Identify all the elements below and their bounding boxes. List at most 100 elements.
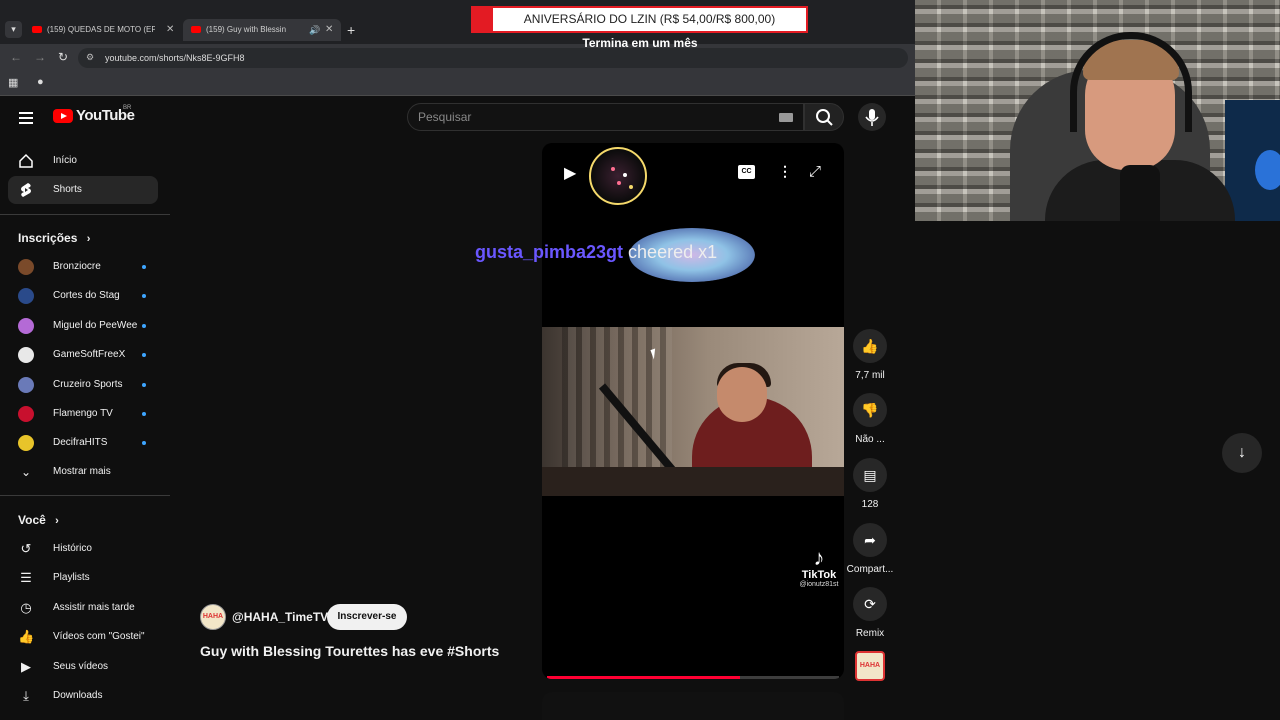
divider bbox=[0, 214, 170, 215]
you-title: Você bbox=[18, 513, 46, 527]
remix-button[interactable]: ⟳ Remix bbox=[845, 587, 895, 639]
you-heading[interactable]: Você › bbox=[18, 513, 59, 527]
comments-button[interactable]: ▤ 128 bbox=[845, 458, 895, 510]
next-short-button[interactable]: ↓ bbox=[1222, 433, 1262, 473]
new-content-dot bbox=[142, 441, 146, 446]
video-frame bbox=[542, 327, 844, 496]
tab-search-button[interactable]: ▾ bbox=[5, 21, 22, 38]
chevron-right-icon: › bbox=[86, 233, 91, 245]
channel-avatar-text: HAHA bbox=[202, 613, 224, 620]
subscriptions-heading[interactable]: Inscrições › bbox=[18, 231, 90, 245]
sidebar-subscription-item[interactable]: Miguel do PeeWee bbox=[8, 312, 158, 340]
url-text: youtube.com/shorts/Nks8E-9GFH8 bbox=[105, 53, 245, 63]
like-count: 7,7 mil bbox=[855, 370, 885, 381]
desk bbox=[542, 467, 844, 496]
sidebar-item-label: Miguel do PeeWee bbox=[53, 319, 138, 331]
sparkle bbox=[617, 181, 621, 185]
tiktok-icon: ♪ bbox=[813, 545, 825, 570]
new-content-dot bbox=[142, 294, 146, 299]
thumbs-down-icon: 👎 bbox=[853, 393, 887, 427]
sidebar-item-home[interactable]: Início bbox=[8, 147, 158, 175]
sidebar-item-label: Mostrar mais bbox=[53, 466, 111, 477]
sound-thumbnail[interactable]: HAHA bbox=[855, 651, 885, 681]
sidebar-item-label: Cortes do Stag bbox=[53, 290, 120, 302]
new-content-dot bbox=[142, 382, 146, 387]
bookmarks-bar: ▦ ● bbox=[0, 72, 915, 96]
subscribe-button[interactable]: Inscrever-se bbox=[327, 604, 407, 630]
sidebar-subscription-item[interactable]: Bronziocre bbox=[8, 253, 158, 281]
sidebar-item-playlist[interactable]: ☰ Playlists bbox=[8, 564, 158, 592]
site-info-icon[interactable]: ⚙ bbox=[86, 52, 94, 63]
sidebar-item-label: Shorts bbox=[53, 184, 82, 195]
sparkle bbox=[611, 167, 615, 171]
sidebar-item-label: DecifraHITS bbox=[53, 437, 108, 449]
new-tab-button[interactable]: + bbox=[347, 19, 355, 41]
sound-thumbnail-text: HAHA bbox=[859, 662, 881, 669]
fullscreen-icon[interactable]: ⤢ bbox=[809, 163, 821, 180]
share-button[interactable]: ➦ Compart... bbox=[845, 523, 895, 575]
menu-icon[interactable] bbox=[19, 112, 33, 127]
channel-name[interactable]: @HAHA_TimeTV bbox=[232, 610, 328, 624]
search-input[interactable] bbox=[418, 108, 758, 126]
sidebar-item-clock[interactable]: ◷ Assistir mais tarde bbox=[8, 594, 158, 622]
apps-grid-icon[interactable]: ▦ bbox=[8, 76, 18, 89]
sidebar-item-download[interactable]: ⤓ Downloads bbox=[8, 682, 158, 710]
sidebar-item-label: Início bbox=[53, 155, 77, 166]
speaker-icon[interactable]: 🔊 bbox=[309, 19, 320, 41]
shorts-player[interactable]: ▶ CC ⋮ ⤢ ♪ TikTok @ionutz81st bbox=[542, 143, 844, 679]
show-more-button[interactable]: ⌄ Mostrar mais bbox=[8, 458, 158, 486]
tab-close-icon[interactable]: ✕ bbox=[325, 19, 333, 41]
sidebar-subscription-item[interactable]: GameSoftFreeX bbox=[8, 341, 158, 369]
next-short-preview[interactable] bbox=[542, 692, 844, 720]
cheer-username: gusta_pimba23gt bbox=[475, 242, 624, 262]
tab-close-icon[interactable]: ✕ bbox=[166, 19, 174, 41]
sidebar-item-shorts[interactable]: Shorts bbox=[8, 176, 158, 204]
url-field[interactable]: ⚙ youtube.com/shorts/Nks8E-9GFH8 bbox=[78, 48, 908, 68]
progress-bar[interactable] bbox=[547, 676, 740, 679]
channel-avatar bbox=[18, 259, 34, 275]
youtube-logo-icon[interactable] bbox=[53, 109, 73, 123]
sidebar-item-label: Downloads bbox=[53, 690, 103, 701]
background-object bbox=[1255, 150, 1280, 190]
play-icon[interactable]: ▶ bbox=[564, 163, 576, 183]
youtube-header: YouTube BR bbox=[0, 97, 915, 137]
sidebar-item-label: Flamengo TV bbox=[53, 408, 113, 419]
comment-icon: ▤ bbox=[853, 458, 887, 492]
reload-icon[interactable]: ↻ bbox=[58, 50, 68, 64]
sidebar-item-video[interactable]: ▶ Seus vídeos bbox=[8, 653, 158, 681]
tab-title: (159) QUEDAS DE MOTO (EP. 1 bbox=[47, 25, 155, 34]
donation-goal-box: ANIVERSÁRIO DO LZIN (R$ 54,00/R$ 800,00) bbox=[471, 6, 808, 33]
sidebar-item-thumbs-up[interactable]: 👍 Vídeos com "Gostei" bbox=[8, 623, 158, 651]
sidebar-subscription-item[interactable]: Cortes do Stag bbox=[8, 282, 158, 310]
thumbs-up-icon: 👍 bbox=[18, 629, 35, 645]
sidebar-item-history[interactable]: ↺ Histórico bbox=[8, 535, 158, 563]
dislike-button[interactable]: 👎 Não ... bbox=[845, 393, 895, 445]
globe-icon[interactable]: ● bbox=[37, 76, 44, 88]
watermark-brand: TikTok bbox=[801, 569, 837, 581]
youtube-favicon-icon bbox=[32, 26, 42, 33]
new-content-dot bbox=[142, 412, 146, 416]
video-title[interactable]: Guy with Blessing Tourettes has eve #Sho… bbox=[200, 643, 499, 659]
watermark-handle: @ionutz81st bbox=[799, 581, 839, 588]
like-button[interactable]: 👍 7,7 mil bbox=[845, 329, 895, 381]
back-arrow-icon[interactable]: ← bbox=[10, 50, 22, 64]
browser-tab-1[interactable]: (159) QUEDAS DE MOTO (EP. 1 ✕ bbox=[32, 19, 180, 41]
sidebar-subscription-item[interactable]: Flamengo TV bbox=[8, 400, 158, 428]
more-options-icon[interactable]: ⋮ bbox=[778, 163, 792, 180]
captions-icon[interactable]: CC bbox=[738, 165, 755, 179]
channel-avatar[interactable]: HAHA bbox=[200, 604, 226, 630]
voice-search-button[interactable] bbox=[858, 103, 886, 131]
keyboard-icon[interactable] bbox=[779, 113, 793, 122]
arrow-down-icon: ↓ bbox=[1238, 444, 1246, 461]
goal-text: ANIVERSÁRIO DO LZIN (R$ 54,00/R$ 800,00) bbox=[523, 12, 776, 26]
address-bar: ← → ↻ ⚙ youtube.com/shorts/Nks8E-9GFH8 bbox=[0, 44, 915, 72]
comment-count: 128 bbox=[861, 499, 879, 510]
sidebar-subscription-item[interactable]: DecifraHITS bbox=[8, 429, 158, 457]
browser-tab-2-active[interactable]: (159) Guy with Blessing Tou 🔊 ✕ bbox=[183, 19, 341, 41]
search-button[interactable] bbox=[804, 103, 844, 131]
home-icon bbox=[19, 153, 33, 168]
forward-arrow-icon[interactable]: → bbox=[34, 50, 46, 64]
sidebar-subscription-item[interactable]: Cruzeiro Sports bbox=[8, 371, 158, 399]
cheer-emblem bbox=[589, 147, 647, 205]
region-code: BR bbox=[123, 105, 132, 111]
